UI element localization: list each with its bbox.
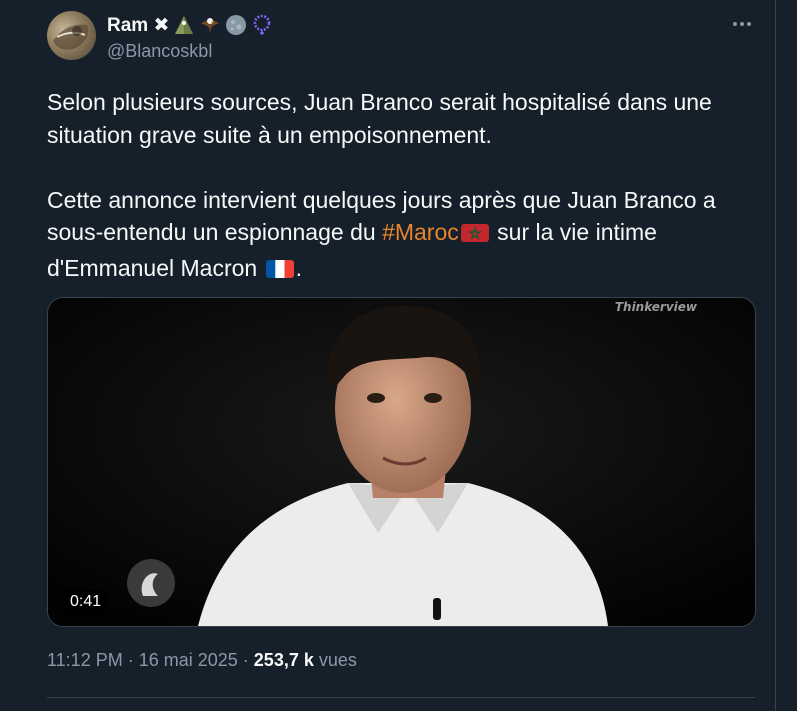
rosary-icon <box>251 14 273 36</box>
avatar[interactable] <box>47 11 96 60</box>
more-options-icon[interactable] <box>730 12 754 36</box>
tweet-paragraph-2: Cette annonce intervient quelques jours … <box>47 187 716 281</box>
globe-icon <box>225 14 247 36</box>
video-duration-badge: 0:41 <box>64 590 108 614</box>
views-label: vues <box>318 650 357 670</box>
france-flag-icon <box>265 255 294 288</box>
hashtag-link[interactable]: #Maroc <box>382 219 459 245</box>
video-player[interactable]: Thinkerview 0:41 <box>47 297 756 627</box>
tweet-metadata: 11:12 PM · 16 mai 2025 · 253,7 k vues <box>47 650 357 671</box>
morocco-flag-icon <box>460 219 489 252</box>
pyramid-icon <box>173 14 195 36</box>
tweet-date[interactable]: 16 mai 2025 <box>139 650 238 671</box>
tweet-paragraph-1: Selon plusieurs sources, Juan Branco ser… <box>47 89 712 148</box>
eagle-icon <box>199 14 221 36</box>
tweet-text-segment: . <box>295 254 302 281</box>
views-count: 253,7 k <box>253 650 314 670</box>
tweet-time[interactable]: 11:12 PM <box>47 650 123 671</box>
video-watermark: Thinkerview <box>614 300 697 314</box>
meta-separator: · <box>242 650 249 670</box>
author-handle[interactable]: @Blancoskbl <box>107 41 212 62</box>
author-name-row[interactable]: Ram ✖ <box>107 13 273 37</box>
divider <box>47 697 755 698</box>
meta-separator: · <box>127 650 134 670</box>
video-thumbnail <box>48 298 755 626</box>
tweet-container: Ram ✖ @Blancoskbl Selon plusieurs source… <box>0 0 776 711</box>
author-display-name[interactable]: Ram ✖ <box>107 14 169 37</box>
tweet-text: Selon plusieurs sources, Juan Branco ser… <box>47 86 767 287</box>
